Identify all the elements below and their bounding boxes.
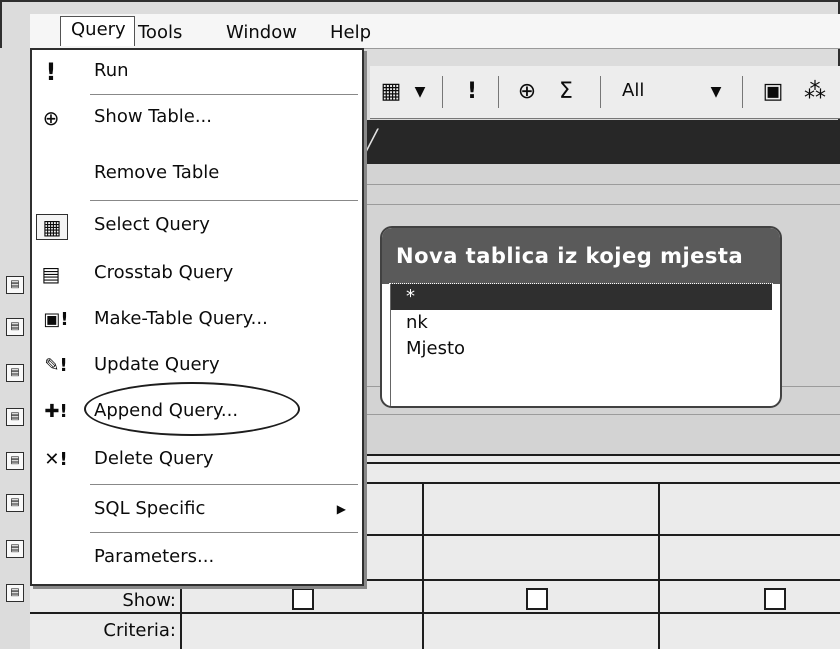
toolbar-separator xyxy=(442,76,443,108)
make-table-query-icon: ▣! xyxy=(43,309,69,330)
query-type-icon[interactable]: ▦ xyxy=(374,78,408,106)
query-menu-dropdown: ! Run ⊕ Show Table... Remove Table ▦ Sel… xyxy=(30,48,364,586)
menu-item-label: Remove Table xyxy=(94,162,220,183)
object-icon[interactable]: ▤ xyxy=(6,540,24,558)
show-checkbox[interactable] xyxy=(526,588,548,610)
toolbar-separator xyxy=(742,76,743,108)
menu-item-make-table-query[interactable]: ▣! Make-Table Query... xyxy=(32,298,362,342)
menu-item-run[interactable]: ! Run xyxy=(32,50,362,94)
menu-item-show-table[interactable]: ⊕ Show Table... xyxy=(32,96,362,140)
show-table-icon: ⊕ xyxy=(42,106,60,130)
table-field-list[interactable]: Nova tablica iz kojeg mjesta * nk Mjesto xyxy=(380,226,782,408)
delete-query-icon: ✕! xyxy=(44,449,68,470)
menu-item-label: Append Query... xyxy=(94,400,239,421)
pane-line xyxy=(360,204,840,205)
grid-column-line xyxy=(422,482,424,649)
append-query-icon: ✚! xyxy=(44,401,68,422)
menu-item-parameters[interactable]: Parameters... xyxy=(32,536,362,580)
menu-item-label: Show Table... xyxy=(94,106,213,127)
menu-tools[interactable]: Tools xyxy=(138,22,182,43)
submenu-arrow-icon: ▶ xyxy=(336,502,346,516)
menu-item-label: SQL Specific xyxy=(94,498,206,519)
object-icon[interactable]: ▤ xyxy=(6,494,24,512)
menu-item-label: Make-Table Query... xyxy=(94,308,268,329)
select-query-icon: ▦ xyxy=(36,214,68,240)
left-icon-column: ▤ ▤ ▤ ▤ ▤ ▤ ▤ ▤ xyxy=(0,48,31,649)
menu-item-label: Update Query xyxy=(94,354,220,375)
menu-item-label: Run xyxy=(94,60,129,81)
field-item-mjesto[interactable]: Mjesto xyxy=(390,336,780,362)
properties-icon[interactable]: ▣ xyxy=(756,78,790,106)
menubar: Query Tools Window Help xyxy=(30,14,840,49)
menu-item-label: Delete Query xyxy=(94,448,214,469)
menu-query[interactable]: Query xyxy=(60,16,135,46)
object-icon[interactable]: ▤ xyxy=(6,364,24,382)
menu-item-label: Crosstab Query xyxy=(94,262,234,283)
row-label-criteria: Criteria: xyxy=(103,620,176,641)
object-icon[interactable]: ▤ xyxy=(6,584,24,602)
builder-icon[interactable]: ⁂ xyxy=(800,78,830,106)
crosstab-query-icon: ▤ xyxy=(41,262,61,286)
menu-separator xyxy=(90,200,358,201)
object-icon[interactable]: ▤ xyxy=(6,408,24,426)
menu-item-delete-query[interactable]: ✕! Delete Query xyxy=(32,438,362,482)
object-icon[interactable]: ▤ xyxy=(6,452,24,470)
titlebar-decoration-icon: ╱ xyxy=(366,128,379,152)
field-item-all[interactable]: * xyxy=(389,283,773,311)
object-icon[interactable]: ▤ xyxy=(6,318,24,336)
field-item-nk[interactable]: nk xyxy=(390,310,780,336)
menu-help[interactable]: Help xyxy=(330,22,371,43)
grid-line xyxy=(30,612,840,614)
totals-icon[interactable]: Σ xyxy=(554,78,578,106)
grid-column-line xyxy=(658,482,660,649)
show-checkbox[interactable] xyxy=(292,588,314,610)
table-title[interactable]: Nova tablica iz kojeg mjesta xyxy=(382,228,780,284)
show-checkbox[interactable] xyxy=(764,588,786,610)
menu-item-label: Select Query xyxy=(94,214,210,235)
menu-item-update-query[interactable]: ✎! Update Query xyxy=(32,344,362,388)
menu-item-label: Parameters... xyxy=(94,546,215,567)
exclamation-icon: ! xyxy=(45,58,57,86)
menu-item-sql-specific[interactable]: SQL Specific ▶ xyxy=(32,488,362,532)
menu-item-select-query[interactable]: ▦ Select Query xyxy=(32,204,362,248)
pane-line xyxy=(360,414,840,415)
menu-separator xyxy=(90,532,358,533)
show-table-icon[interactable]: ⊕ xyxy=(510,78,544,106)
run-icon[interactable]: ! xyxy=(462,78,482,106)
pane-line xyxy=(360,184,840,185)
toolbar-separator xyxy=(600,76,601,108)
menu-item-append-query[interactable]: ✚! Append Query... xyxy=(32,390,362,434)
toolbar-separator xyxy=(498,76,499,108)
menu-item-remove-table[interactable]: Remove Table xyxy=(32,152,362,196)
query-window-titlebar: ╱ xyxy=(360,120,840,164)
toolbar: ▦ ▼ ! ⊕ Σ All ▼ ▣ ⁂ xyxy=(370,66,840,119)
chevron-down-icon[interactable]: ▼ xyxy=(410,78,430,106)
update-query-icon: ✎! xyxy=(44,355,68,376)
menu-separator xyxy=(90,484,358,485)
object-icon[interactable]: ▤ xyxy=(6,276,24,294)
menu-separator xyxy=(90,94,358,95)
menu-item-crosstab-query[interactable]: ▤ Crosstab Query xyxy=(32,252,362,296)
menu-window[interactable]: Window xyxy=(226,22,297,43)
field-list-border xyxy=(390,284,391,406)
chevron-down-icon[interactable]: ▼ xyxy=(706,78,726,106)
row-label-show: Show: xyxy=(122,590,176,611)
